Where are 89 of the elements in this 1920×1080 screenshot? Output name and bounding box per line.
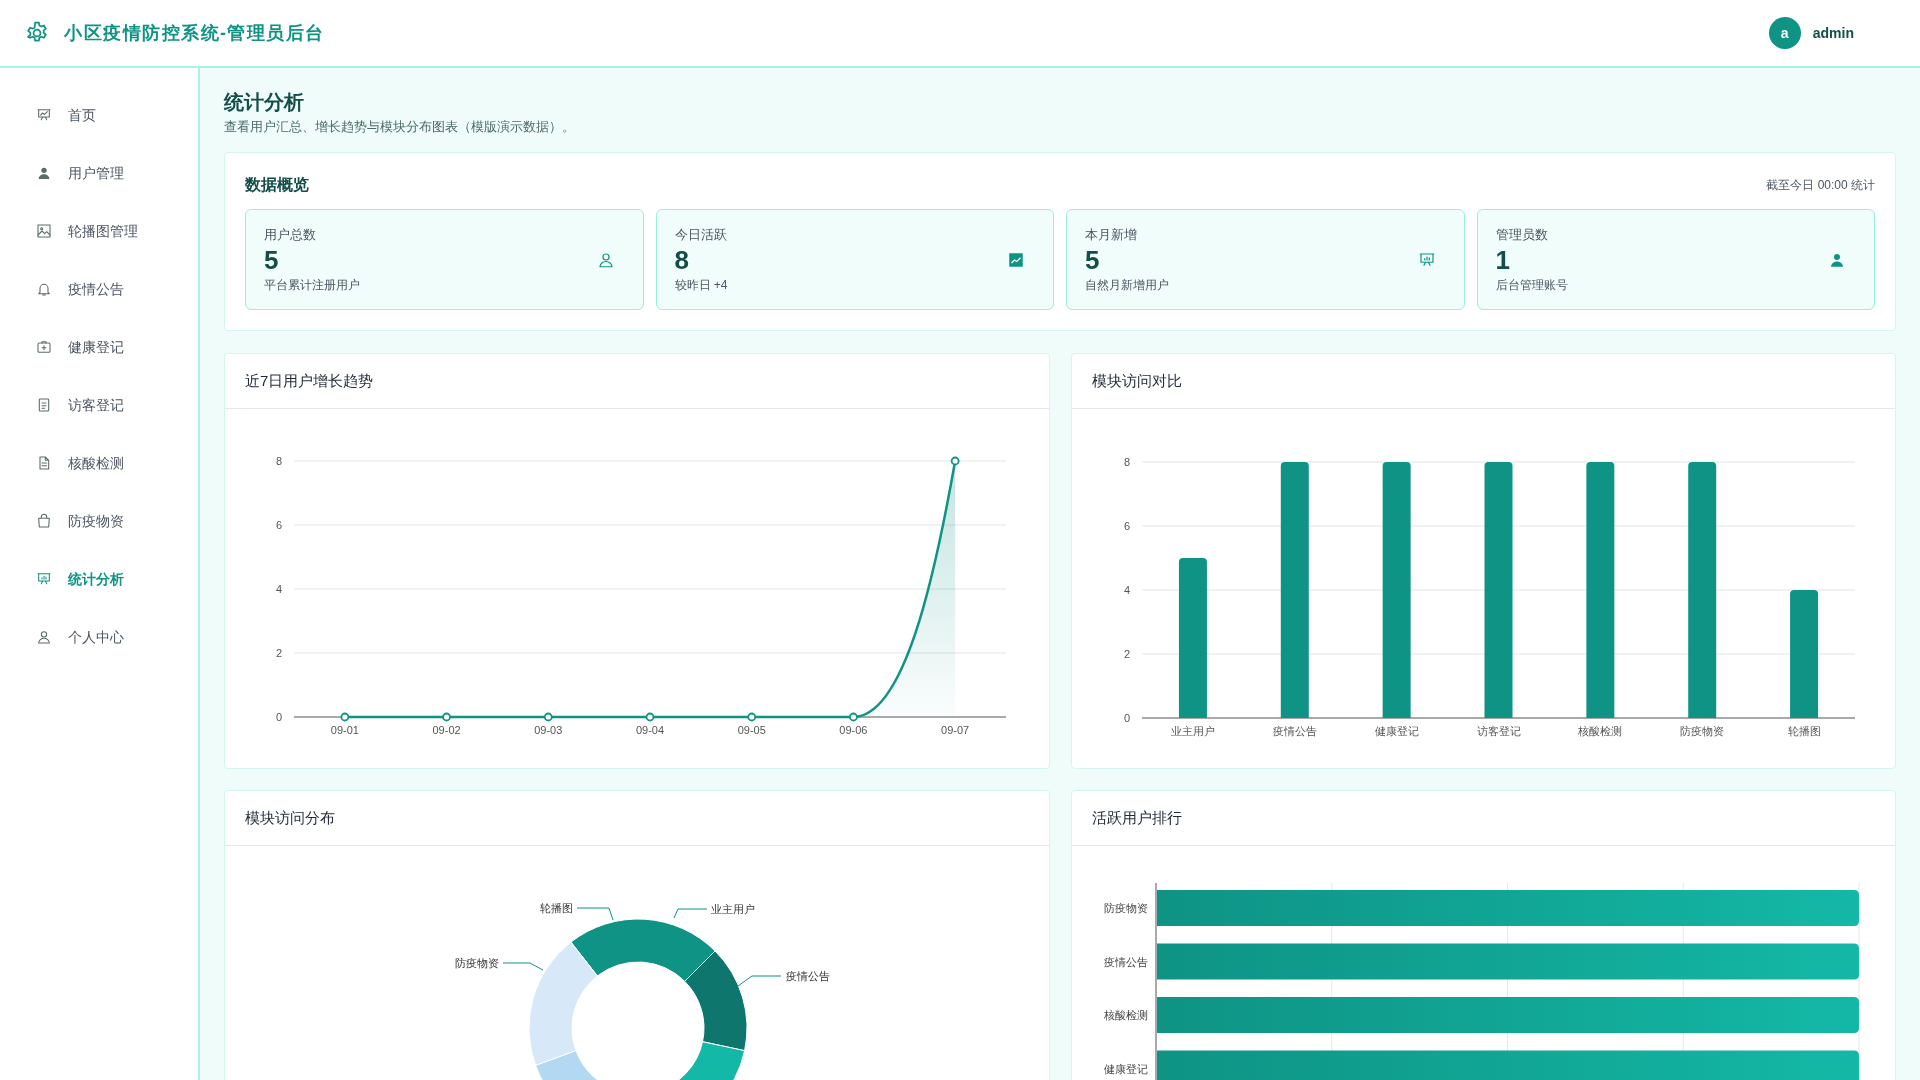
slice-label: 轮播图 — [540, 902, 573, 914]
axis-label: 09-02 — [432, 724, 461, 736]
image-icon — [36, 223, 52, 239]
axis-label: 疫情公告 — [1272, 725, 1317, 737]
sidebar-item[interactable]: 防疫物资 — [0, 492, 198, 550]
user-name[interactable]: admin — [1812, 22, 1854, 44]
data-point — [849, 712, 858, 722]
stat-caption: 后台管理账号 — [1495, 276, 1569, 294]
presentation-chart-icon — [36, 571, 52, 587]
app-title: 小区疫情防控系统-管理员后台 — [64, 21, 325, 45]
shopping-bag-icon — [36, 513, 52, 529]
axis-label: 防疫物资 — [1103, 902, 1148, 914]
document-icon — [36, 397, 52, 413]
axis-label: 4 — [1123, 584, 1130, 596]
sidebar-item[interactable]: 核酸检测 — [0, 434, 198, 492]
sidebar-item[interactable]: 首页 — [0, 86, 198, 144]
presentation-chart-icon — [1417, 250, 1436, 269]
axis-label: 访客登记 — [1476, 725, 1520, 737]
stat-caption: 较昨日 +4 — [674, 276, 729, 294]
axis-label: 疫情公告 — [1103, 955, 1148, 968]
stat-caption: 自然月新增用户 — [1085, 276, 1170, 294]
axis-label: 健康登记 — [1374, 725, 1419, 737]
stat-value: 5 — [264, 243, 280, 276]
axis-label: 核酸检测 — [1577, 725, 1622, 737]
card-title: 近7日用户增长趋势 — [225, 354, 1049, 409]
bell-icon — [36, 281, 52, 297]
axis-label: 09-03 — [534, 724, 563, 736]
axis-label: 8 — [1123, 456, 1130, 468]
file-icon — [36, 455, 52, 471]
stats-note: 截至今日 00:00 统计 — [1766, 177, 1875, 194]
axis-label: 防疫物资 — [1679, 725, 1724, 737]
slice-label: 疫情公告 — [786, 970, 830, 982]
slice-label: 业主用户 — [711, 903, 755, 915]
stat-label: 今日活跃 — [674, 225, 728, 244]
stat-label: 管理员数 — [1495, 225, 1549, 244]
leader-line — [737, 975, 782, 987]
axis-label: 0 — [275, 711, 282, 723]
sidebar-item[interactable]: 健康登记 — [0, 318, 198, 376]
person-icon — [596, 250, 615, 269]
axis-label: 09-07 — [941, 724, 970, 736]
leader-line — [576, 907, 614, 921]
person-icon — [36, 629, 52, 645]
axis-label: 6 — [1123, 520, 1130, 532]
axis-label: 核酸检测 — [1103, 1009, 1148, 1021]
axis-label: 轮播图 — [1787, 725, 1821, 737]
line-chart-icon — [1007, 250, 1025, 269]
sidebar-item[interactable]: 统计分析 — [0, 550, 198, 608]
sidebar-item[interactable]: 个人中心 — [0, 608, 198, 666]
data-point — [442, 712, 451, 722]
stat-value: 1 — [1495, 243, 1511, 276]
axis-label: 业主用户 — [1170, 725, 1215, 737]
axis-label: 09-05 — [737, 724, 766, 736]
slice-label: 防疫物资 — [455, 957, 499, 969]
data-point — [950, 456, 960, 466]
axis-label: 09-06 — [839, 724, 868, 736]
person-icon — [36, 165, 52, 181]
axis-label: 健康登记 — [1103, 1062, 1148, 1075]
section-title: 数据概览 — [245, 175, 309, 195]
sidebar-item[interactable]: 疫情公告 — [0, 260, 198, 318]
leader-line — [673, 908, 708, 919]
sidebar-item[interactable]: 访客登记 — [0, 376, 198, 434]
axis-label: 09-01 — [330, 724, 359, 736]
axis-label: 4 — [275, 583, 282, 595]
page-subtitle: 查看用户汇总、增长趋势与模块分布图表（模版演示数据）。 — [224, 118, 576, 136]
axis-label: 6 — [275, 519, 282, 531]
page-title: 统计分析 — [224, 90, 305, 115]
stat-label: 用户总数 — [264, 225, 317, 244]
presentation-chart-icon — [36, 107, 52, 123]
axis-label: 0 — [1123, 712, 1130, 724]
stat-value: 5 — [1085, 243, 1101, 276]
leader-line — [502, 962, 544, 971]
medical-kit-icon — [36, 339, 52, 355]
stat-caption: 平台累计注册用户 — [264, 276, 361, 294]
sidebar-item[interactable]: 轮播图管理 — [0, 202, 198, 260]
axis-label: 09-04 — [635, 724, 665, 736]
axis-label: 8 — [275, 455, 282, 467]
data-point — [645, 712, 655, 722]
sidebar-item[interactable]: 用户管理 — [0, 144, 198, 202]
data-point — [543, 712, 553, 722]
stat-value: 8 — [674, 243, 690, 276]
data-point — [747, 712, 757, 722]
axis-label: 2 — [275, 647, 282, 659]
card-title: 模块访问对比 — [1071, 354, 1895, 409]
stat-label: 本月新增 — [1085, 225, 1138, 244]
card-title: 模块访问分布 — [225, 791, 1049, 846]
card-title: 活跃用户排行 — [1071, 791, 1895, 846]
axis-label: 2 — [1123, 648, 1130, 660]
user-avatar[interactable]: a — [1768, 17, 1801, 49]
data-point — [340, 712, 350, 722]
